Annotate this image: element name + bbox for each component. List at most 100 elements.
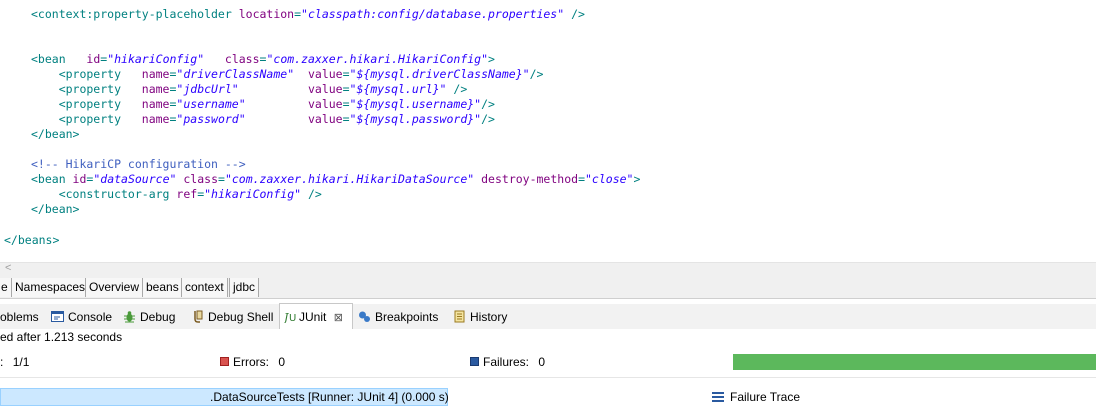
code-tag [294, 67, 308, 81]
code-tag: <constructor-arg [31, 187, 177, 201]
code-comment: <!-- HikariCP configuration --> [31, 157, 246, 171]
runs-value: 1/1 [12, 355, 30, 369]
tab-breakpoints[interactable]: Breakpoints [358, 308, 438, 326]
code-value: "dataSource" [93, 172, 177, 186]
code-line: <!-- HikariCP configuration --> [31, 157, 246, 172]
code-tag: = [578, 172, 585, 186]
junit-icon: JU [282, 310, 297, 324]
code-tag: <property [31, 97, 142, 111]
code-tag: </bean> [31, 202, 80, 216]
tab-console[interactable]: Console [51, 308, 112, 326]
code-value: "password" [176, 112, 246, 126]
tab-problems[interactable]: oblems [0, 308, 39, 326]
tab-history[interactable]: History [453, 308, 507, 326]
tab-debug-shell[interactable]: Debug Shell [191, 308, 273, 326]
code-tag: </beans> [4, 233, 60, 247]
close-icon[interactable]: ⊠ [334, 312, 343, 324]
code-line: </beans> [4, 233, 59, 248]
errors-counter: Errors: 0 [220, 354, 285, 370]
tab-junit[interactable]: JU JUnit ⊠ [279, 303, 353, 329]
code-attribute: id [72, 172, 87, 186]
code-attribute: value [307, 67, 343, 81]
code-value: "${mysql.url}" [349, 82, 447, 96]
errors-value: 0 [278, 355, 286, 369]
code-line: <property name="jdbcUrl" value="${mysql.… [31, 82, 468, 97]
breakpoints-icon [358, 310, 371, 323]
code-tag: <property [31, 67, 142, 81]
code-tag [239, 82, 308, 96]
code-value: "${mysql.password}" [349, 112, 482, 126]
runs-counter: : 1/1 [0, 354, 29, 370]
code-tag: <context:property-placeholder [31, 7, 239, 21]
page-tab-namespaces[interactable]: Namespaces [11, 278, 90, 297]
code-value: "${mysql.driverClassName}" [349, 67, 530, 81]
page-tab-beans[interactable]: beans [142, 278, 183, 297]
code-attribute: value [307, 97, 343, 111]
test-tree-row[interactable]: .DataSourceTests [Runner: JUnit 4] (0.00… [0, 388, 706, 408]
code-tag: /> [564, 7, 585, 21]
code-attribute: class [224, 52, 260, 66]
code-tag: <property [31, 112, 142, 126]
console-icon [51, 310, 64, 323]
code-tag: /> [301, 187, 322, 201]
runs-label: : [0, 355, 4, 369]
panel-divider [0, 377, 1096, 378]
code-attribute: ref [176, 187, 198, 201]
code-line: </bean> [31, 202, 79, 217]
code-line: <bean id="dataSource" class="com.zaxxer.… [31, 172, 640, 187]
code-tag: = [342, 97, 350, 111]
tab-breakpoints-label: Breakpoints [375, 310, 439, 324]
code-tag: /> [481, 97, 495, 111]
xml-editor[interactable]: <context:property-placeholder location="… [0, 0, 1096, 260]
code-attribute: name [141, 82, 170, 96]
code-value: "${mysql.username}" [349, 97, 482, 111]
test-class-label: .DataSourceTests [Runner: JUnit 4] (0.00… [210, 390, 449, 404]
debug-shell-icon [191, 310, 204, 323]
code-attribute: class [183, 172, 218, 186]
tab-junit-label: JUnit [299, 310, 327, 324]
code-tag: <property [31, 82, 142, 96]
code-attribute: name [141, 112, 170, 126]
code-tag: = [294, 7, 302, 21]
code-line: <constructor-arg ref="hikariConfig" /> [31, 187, 322, 202]
tab-debug-label: Debug [140, 310, 176, 324]
code-line: <context:property-placeholder location="… [31, 7, 585, 22]
code-value: "jdbcUrl" [176, 82, 239, 96]
code-attribute: name [141, 97, 170, 111]
code-tag: = [342, 82, 350, 96]
code-tag: /> [529, 67, 544, 81]
history-icon [453, 310, 466, 323]
code-attribute: id [86, 52, 101, 66]
tab-history-label: History [470, 310, 508, 324]
junit-progress-fill [733, 354, 1096, 370]
view-tab-bar: oblems Console Debug Debug Shell Breakpo… [0, 304, 1096, 329]
code-tag: = [218, 172, 225, 186]
page-tab-overview[interactable]: Overview [85, 278, 144, 297]
code-tag [204, 52, 225, 66]
tab-console-label: Console [68, 310, 113, 324]
errors-label: Errors: [233, 355, 269, 369]
code-tag: > [633, 172, 641, 186]
scroll-left-icon[interactable]: < [5, 262, 11, 274]
code-line: </bean> [31, 127, 79, 142]
failures-label: Failures: [483, 355, 530, 369]
bug-icon [123, 310, 136, 323]
stack-trace-icon [712, 392, 724, 402]
code-tag: > [488, 52, 495, 66]
code-line: <property name="password" value="${mysql… [31, 112, 495, 127]
editor-horizontal-scrollbar[interactable]: < [0, 262, 1096, 278]
tab-debug[interactable]: Debug [123, 308, 175, 326]
failures-counter: Failures: 0 [470, 354, 545, 370]
code-tag: /> [446, 82, 468, 96]
page-tab-design[interactable]: e [0, 278, 12, 297]
tab-debug-shell-label: Debug Shell [208, 310, 274, 324]
page-tab-context[interactable]: context [181, 278, 228, 297]
code-line: <bean id="hikariConfig" class="com.zaxxe… [31, 52, 495, 67]
code-attribute: value [307, 112, 343, 126]
failure-icon [470, 357, 479, 366]
code-value: "close" [585, 172, 634, 186]
code-value: "com.zaxxer.hikari.HikariConfig" [266, 52, 489, 66]
editor-page-tabs: e Namespaces Overview beans context jdbc [0, 277, 1096, 299]
page-tab-jdbc[interactable]: jdbc [229, 278, 260, 297]
failure-trace-header: Failure Trace [712, 389, 800, 405]
